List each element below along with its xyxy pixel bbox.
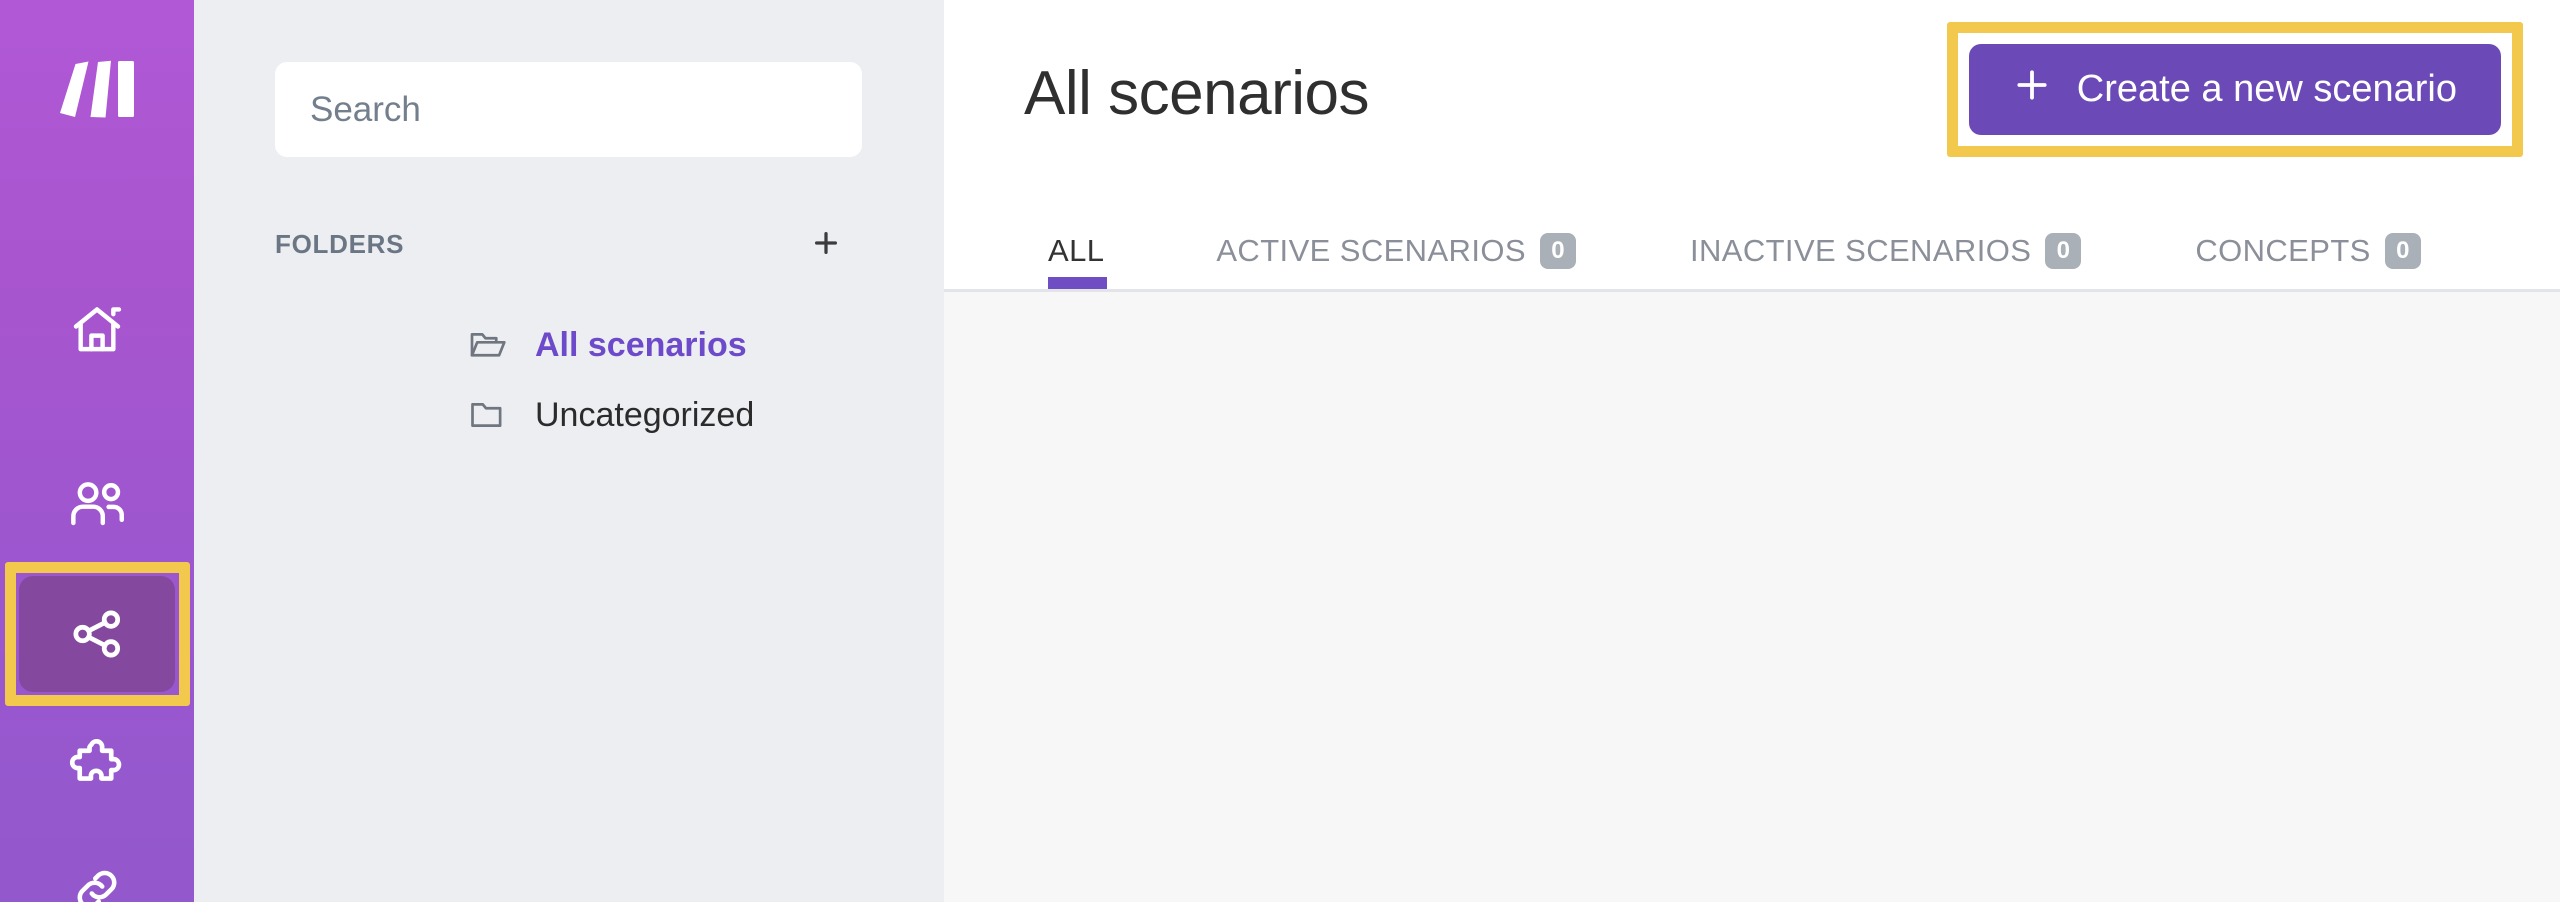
status-badge: 0	[2384, 233, 2421, 269]
folder-item-all-scenarios[interactable]: All scenarios	[194, 310, 944, 380]
app-root: FOLDERS All scenarios	[0, 0, 2560, 902]
tab-label: ALL	[1048, 233, 1105, 268]
plus-icon	[2013, 65, 2051, 111]
folder-list: All scenarios Uncategorized	[194, 310, 944, 450]
tab-label: CONCEPTS	[2195, 233, 2371, 268]
create-a-new-scenario-button[interactable]: Create a new scenario	[1968, 44, 2501, 135]
status-badge: 0	[1539, 233, 1576, 269]
active-tab-underline	[1048, 277, 1107, 289]
tab-label: INACTIVE SCENARIOS	[1689, 233, 2032, 268]
sidebar-item-team[interactable]	[19, 446, 175, 562]
sidebar-item-scenarios[interactable]	[19, 576, 175, 692]
home-icon	[69, 304, 125, 356]
tab-label: ACTIVE SCENARIOS	[1216, 233, 1526, 268]
folder-closed-icon	[469, 399, 507, 431]
link-icon	[71, 864, 123, 902]
folder-item-label: All scenarios	[535, 325, 747, 364]
sidebar-item-connections[interactable]	[19, 832, 175, 902]
puzzle-piece-icon	[69, 739, 125, 791]
folder-item-uncategorized[interactable]: Uncategorized	[194, 380, 944, 450]
search-input[interactable]	[275, 62, 862, 157]
tab-inactive-scenarios[interactable]: INACTIVE SCENARIOS 0	[1633, 213, 2138, 289]
share-nodes-icon	[70, 607, 124, 661]
folders-section-label: FOLDERS	[275, 228, 405, 259]
sidebar-item-home[interactable]	[19, 272, 175, 388]
primary-nav-rail	[0, 0, 194, 902]
make-logo[interactable]	[0, 38, 194, 142]
tab-concepts[interactable]: CONCEPTS 0	[2138, 213, 2477, 289]
folder-item-label: Uncategorized	[535, 395, 755, 434]
plus-icon	[811, 228, 841, 261]
tab-all[interactable]: ALL	[1024, 213, 1159, 289]
scenario-list-empty-area	[944, 292, 2560, 899]
folders-header: FOLDERS	[275, 224, 862, 264]
add-folder-button[interactable]	[804, 222, 848, 266]
folders-sidebar: FOLDERS All scenarios	[194, 0, 944, 902]
create-scenario-highlight-box: Create a new scenario	[1946, 22, 2523, 157]
scenario-tabs: ALL ACTIVE SCENARIOS 0 INACTIVE SCENARIO…	[1024, 213, 2478, 289]
team-icon	[68, 480, 126, 528]
folder-open-icon	[469, 329, 507, 361]
create-scenario-label: Create a new scenario	[2076, 68, 2457, 110]
sidebar-item-templates[interactable]	[19, 707, 175, 823]
status-badge: 0	[2045, 233, 2082, 269]
page-title: All scenarios	[1024, 59, 1369, 128]
main-content: All scenarios Create a new scenario ALL	[944, 0, 2560, 902]
page-header: All scenarios Create a new scenario ALL	[944, 0, 2560, 292]
tab-active-scenarios[interactable]: ACTIVE SCENARIOS 0	[1159, 213, 1633, 289]
